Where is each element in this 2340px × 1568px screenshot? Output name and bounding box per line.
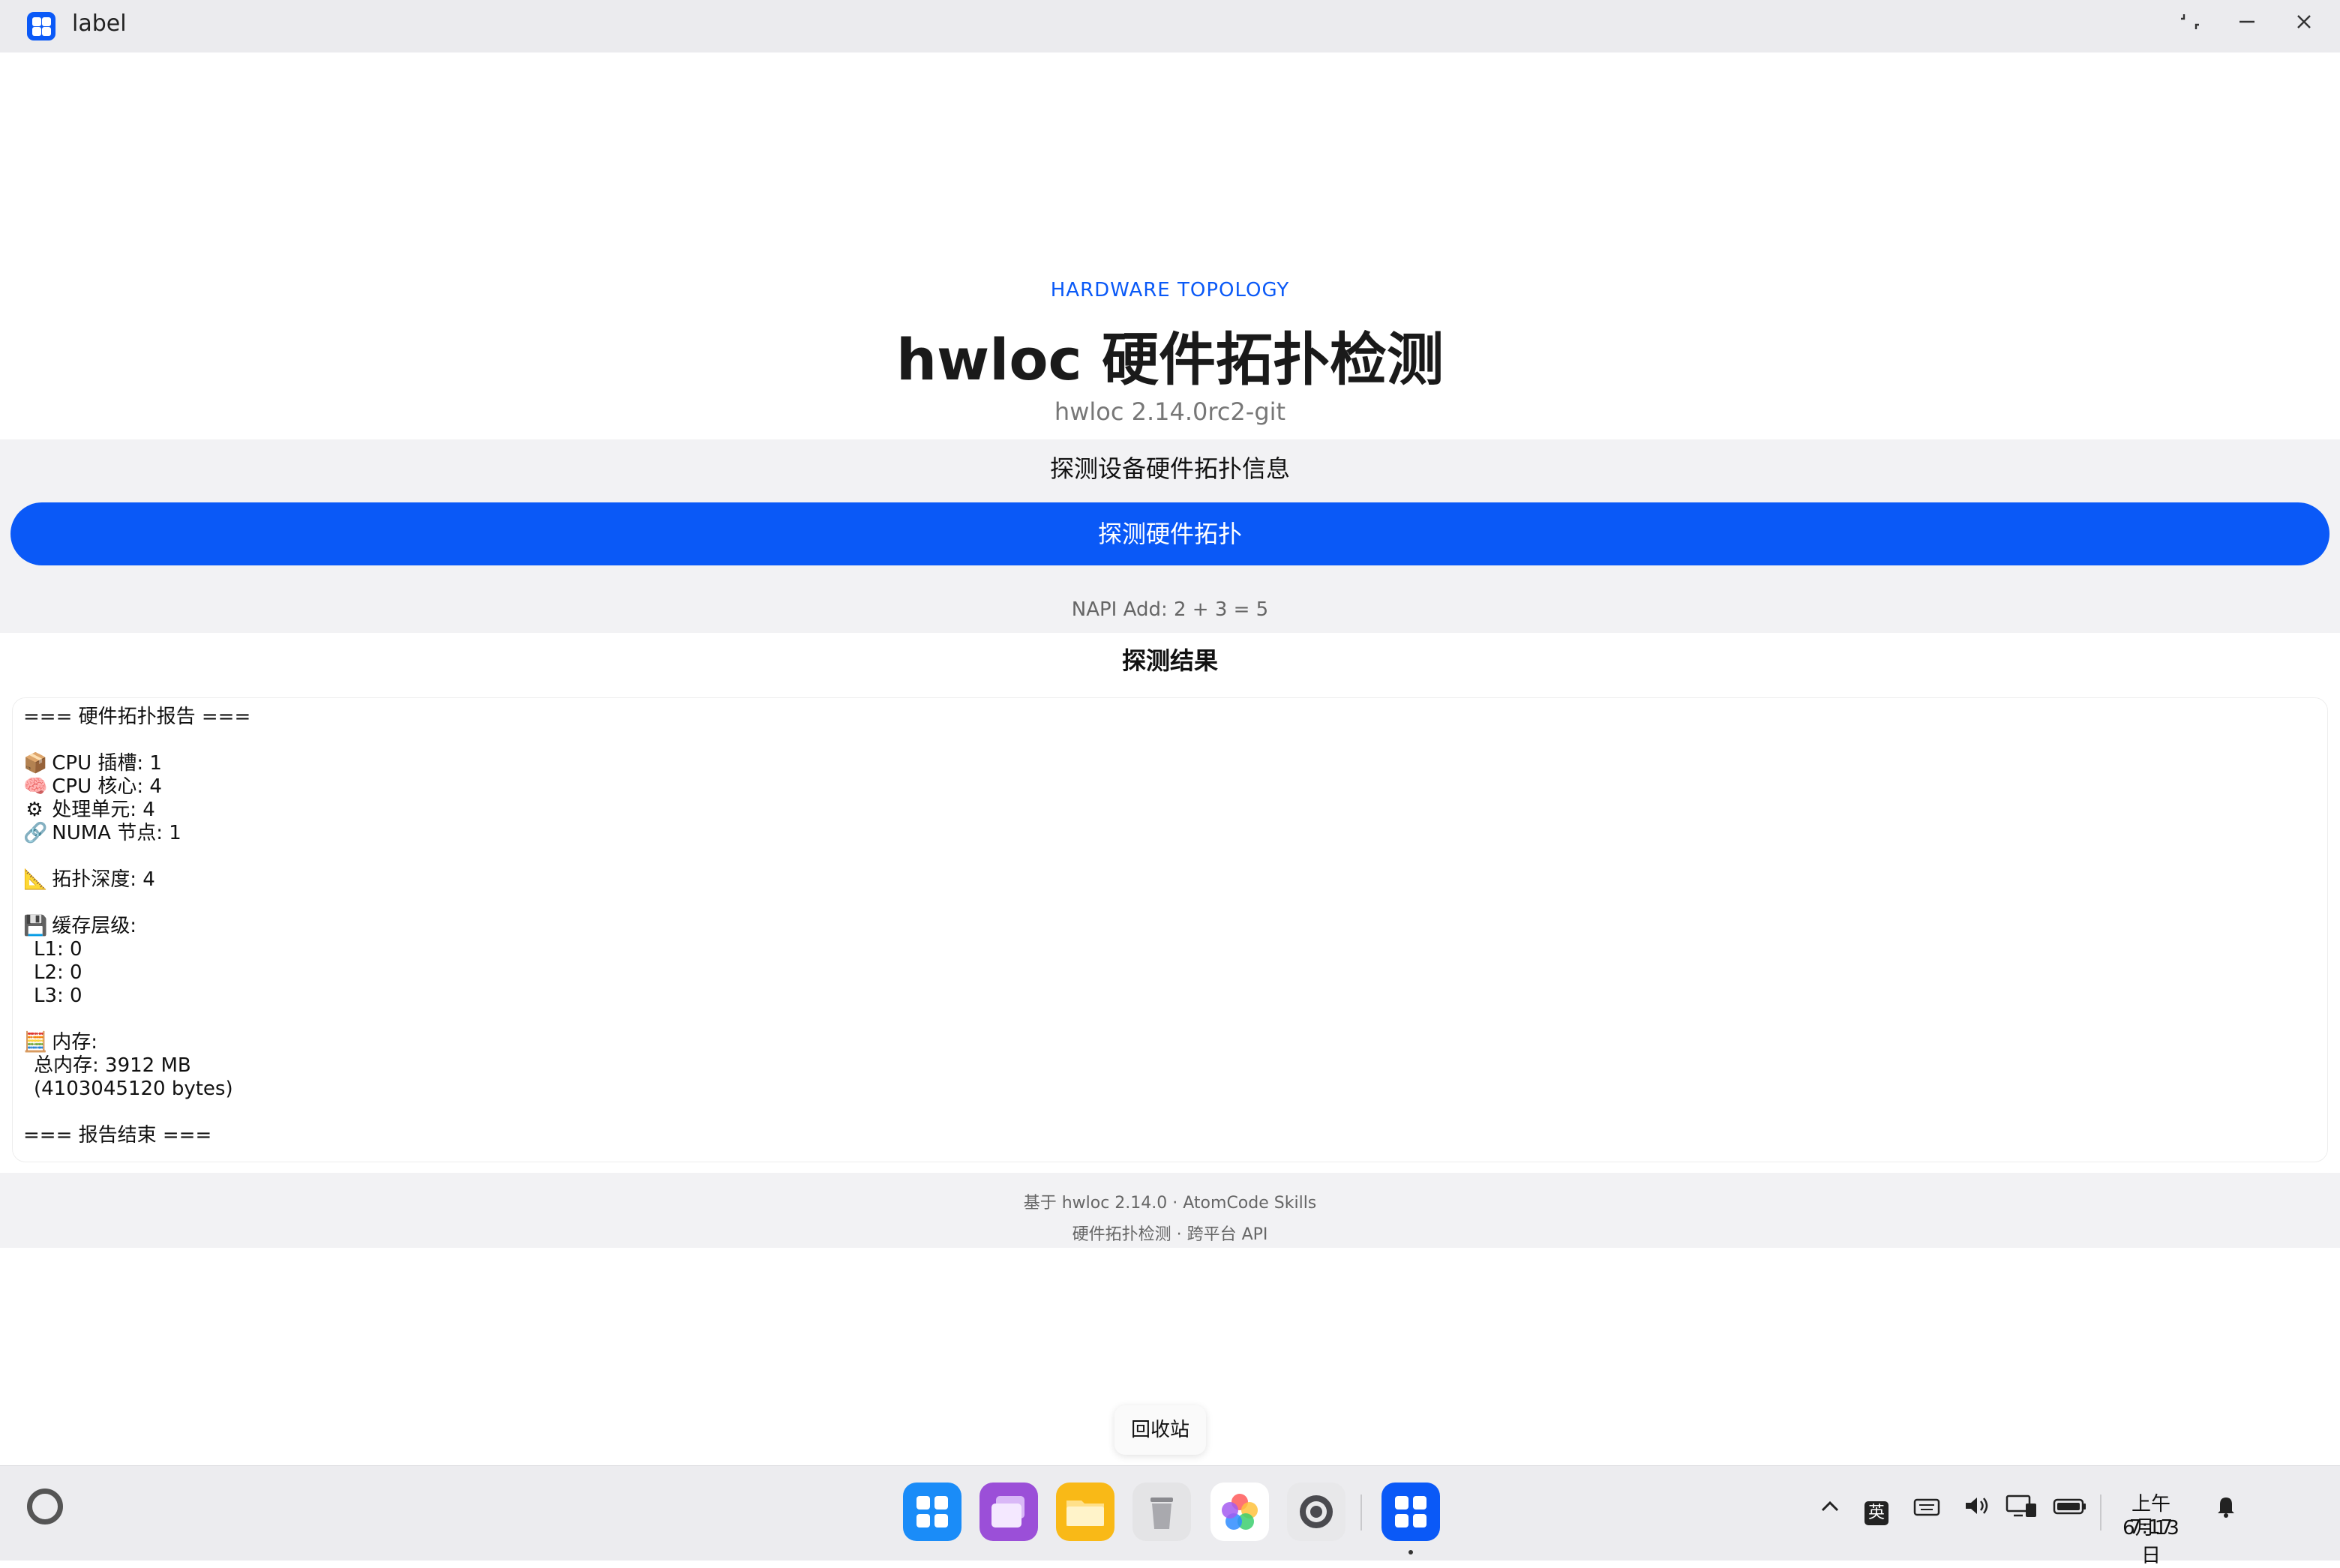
ime-indicator[interactable]: 英 — [1862, 1493, 1892, 1529]
app-center-icon[interactable] — [903, 1483, 962, 1541]
minimize-icon[interactable] — [2232, 10, 2262, 40]
link-icon: 🔗 — [23, 822, 48, 844]
bell-icon[interactable] — [2211, 1493, 2241, 1529]
running-indicator — [1408, 1550, 1413, 1555]
footer-line-2: 硬件拓扑检测 · 跨平台 API — [1072, 1225, 1268, 1244]
ime-label: 英 — [1864, 1501, 1888, 1525]
floppy-disk-icon: 💾 — [23, 915, 48, 937]
close-icon[interactable] — [2289, 10, 2319, 40]
processing-units-text: 处理单元: 4 — [52, 799, 155, 821]
restore-icon[interactable] — [2175, 10, 2205, 40]
window-title: label — [72, 10, 127, 37]
memory-text: 内存: — [52, 1031, 98, 1054]
start-button[interactable] — [27, 1489, 63, 1525]
probe-heading: 探测设备硬件拓扑信息 — [1049, 454, 1290, 483]
header-eyebrow: HARDWARE TOPOLOGY — [1050, 279, 1290, 301]
report-memory-line: 🧮 内存: — [23, 1031, 98, 1054]
page-footer: 基于 hwloc 2.14.0 · AtomCode Skills 硬件拓扑检测… — [0, 1173, 2340, 1248]
brain-icon: 🧠 — [23, 775, 48, 798]
ruler-icon: 📐 — [23, 868, 48, 891]
cache-l2-text: L2: 0 — [34, 961, 82, 984]
trash-tooltip: 回收站 — [1114, 1405, 1206, 1455]
trash-icon[interactable] — [1132, 1483, 1191, 1541]
taskbar: 英 上午7:17 6月13日 — [0, 1465, 2340, 1567]
cpu-sockets-text: CPU 插槽: 1 — [52, 752, 162, 775]
keyboard-icon[interactable] — [1910, 1493, 1944, 1529]
report-end-line: === 报告结束 === — [23, 1124, 212, 1147]
report-start-line: === 硬件拓扑报告 === — [23, 706, 251, 728]
report-cpu-cores-line: 🧠 CPU 核心: 4 — [23, 775, 162, 799]
settings-icon[interactable] — [1287, 1483, 1346, 1541]
dock-separator — [1360, 1495, 1362, 1531]
files-icon[interactable] — [1056, 1483, 1114, 1541]
probe-topology-button[interactable]: 探测硬件拓扑 — [10, 502, 2330, 565]
abacus-icon: 🧮 — [23, 1031, 48, 1054]
napi-result-text: NAPI Add: 2 + 3 = 5 — [1071, 598, 1269, 621]
report-depth-line: 📐 拓扑深度: 4 — [23, 868, 155, 892]
probe-section: 探测设备硬件拓扑信息 探测硬件拓扑 NAPI Add: 2 + 3 = 5 — [0, 439, 2340, 633]
gear-icon: ⚙ — [26, 799, 44, 821]
version-text: hwloc 2.14.0rc2-git — [1054, 397, 1286, 426]
tray-separator — [2100, 1495, 2102, 1531]
footer-line-1: 基于 hwloc 2.14.0 · AtomCode Skills — [1023, 1194, 1317, 1213]
battery-icon — [2050, 1493, 2090, 1529]
package-icon: 📦 — [23, 752, 48, 775]
numa-nodes-text: NUMA 节点: 1 — [52, 822, 182, 844]
report-cpu-sockets-line: 📦 CPU 插槽: 1 — [23, 752, 162, 775]
cpu-cores-text: CPU 核心: 4 — [52, 775, 162, 798]
window-titlebar: label — [0, 0, 2340, 52]
chevron-up-icon[interactable] — [1815, 1493, 1845, 1529]
report-cache-line: 💾 缓存层级: — [23, 915, 136, 938]
device-icon[interactable] — [2002, 1493, 2042, 1529]
report-numa-line: 🔗 NUMA 节点: 1 — [23, 822, 182, 845]
cache-l1-text: L1: 0 — [34, 938, 82, 961]
cache-l3-text: L3: 0 — [34, 985, 82, 1007]
app-icon — [27, 12, 56, 40]
topology-depth-text: 拓扑深度: 4 — [52, 868, 155, 891]
volume-icon[interactable] — [1960, 1493, 1995, 1529]
report-pu-line: ⚙ 处理单元: 4 — [23, 799, 155, 822]
total-bytes-text: (4103045120 bytes) — [34, 1078, 233, 1100]
result-report-box: === 硬件拓扑报告 === 📦 CPU 插槽: 1 🧠 CPU 核心: 4 ⚙… — [12, 697, 2328, 1162]
cache-levels-text: 缓存层级: — [52, 915, 137, 937]
gallery-icon[interactable] — [1210, 1483, 1269, 1541]
result-heading: 探测结果 — [1121, 646, 1218, 675]
page-title: hwloc 硬件拓扑检测 — [896, 326, 1444, 393]
total-memory-text: 总内存: 3912 MB — [34, 1054, 191, 1077]
multitask-icon[interactable] — [980, 1483, 1038, 1541]
label-app-icon[interactable] — [1382, 1483, 1440, 1541]
